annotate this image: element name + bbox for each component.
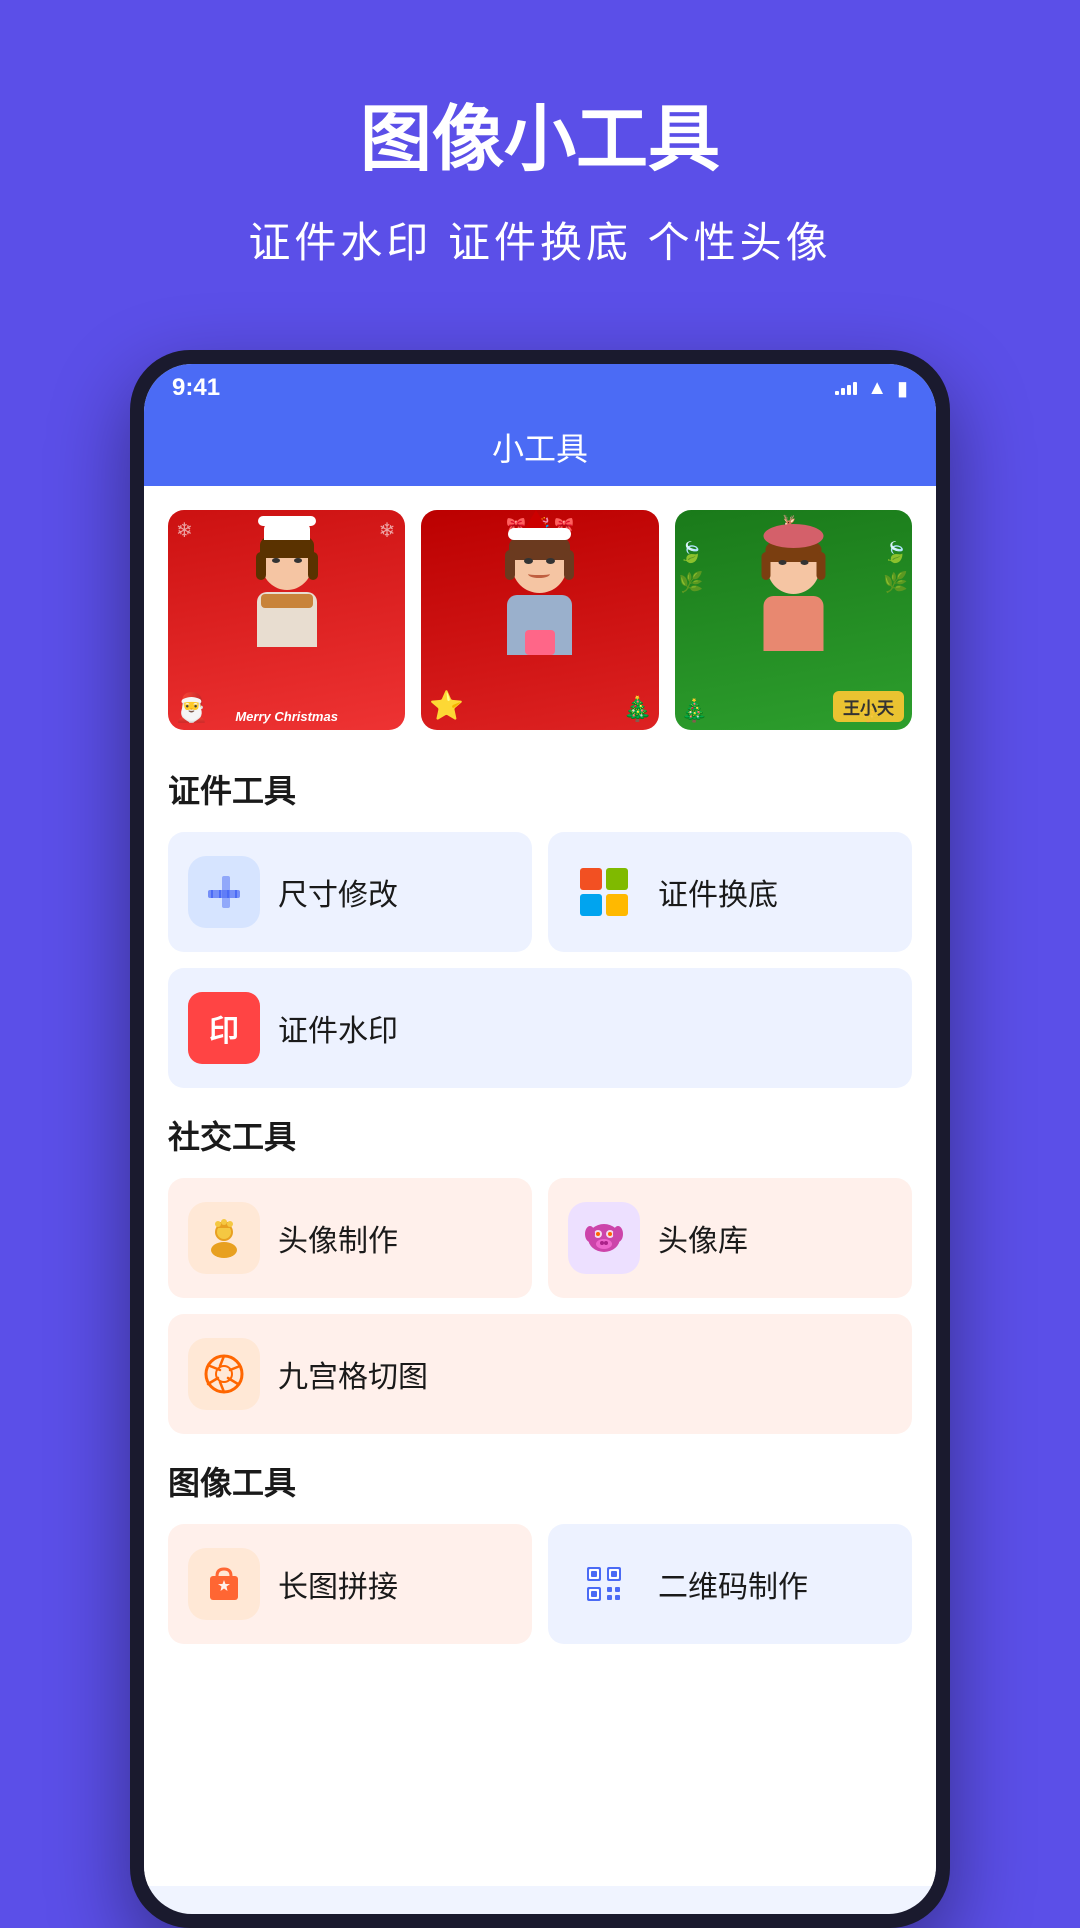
cert-tools-grid: 尺寸修改 证件换底 bbox=[168, 832, 912, 1088]
feature-image-1[interactable]: ❄ ❄ 🎅 bbox=[168, 510, 405, 730]
camera-shutter-icon bbox=[188, 1338, 260, 1410]
tool-avatar-lib[interactable]: 头像库 bbox=[548, 1178, 912, 1298]
status-icons: ▲ ▮ bbox=[835, 376, 908, 401]
page-subtitle: 证件水印 证件换底 个性头像 bbox=[248, 209, 831, 270]
tool-avatar-make[interactable]: 头像制作 bbox=[168, 1178, 532, 1298]
avatar-icon bbox=[188, 1202, 260, 1274]
tool-label-avatar-lib: 头像库 bbox=[658, 1216, 748, 1260]
section-cert: 证件工具 bbox=[168, 766, 912, 1088]
section-social: 社交工具 bbox=[168, 1112, 912, 1434]
tool-label-qrcode: 二维码制作 bbox=[658, 1562, 808, 1606]
nav-bar-title: 小工具 bbox=[492, 431, 588, 467]
phone-mockup: 9:41 ▲ ▮ 小工具 bbox=[130, 350, 950, 1928]
windows-icon bbox=[568, 856, 640, 928]
tool-label-size: 尺寸修改 bbox=[278, 870, 398, 914]
ruler-icon bbox=[188, 856, 260, 928]
tool-label-avatar-make: 头像制作 bbox=[278, 1216, 398, 1260]
tool-cert-watermark[interactable]: 印 证件水印 bbox=[168, 968, 912, 1088]
tool-nine-grid[interactable]: 九宫格切图 bbox=[168, 1314, 912, 1434]
section-title-cert: 证件工具 bbox=[168, 766, 912, 812]
status-time: 9:41 bbox=[172, 374, 220, 402]
social-tools-grid: 头像制作 bbox=[168, 1178, 912, 1434]
section-image: 图像工具 bbox=[168, 1458, 912, 1644]
feature-images: ❄ ❄ 🎅 bbox=[168, 510, 912, 730]
nav-bar: 小工具 bbox=[144, 412, 936, 486]
wifi-icon: ▲ bbox=[867, 377, 887, 400]
status-bar: 9:41 ▲ ▮ bbox=[144, 364, 936, 412]
page-title: 图像小工具 bbox=[248, 80, 831, 185]
phone-content: ❄ ❄ 🎅 bbox=[144, 486, 936, 1886]
tool-label-nine-grid: 九宫格切图 bbox=[278, 1352, 428, 1396]
tool-qrcode[interactable]: 二维码制作 bbox=[548, 1524, 912, 1644]
tool-label-long-img: 长图拼接 bbox=[278, 1562, 398, 1606]
mask-icon bbox=[568, 1202, 640, 1274]
battery-icon: ▮ bbox=[897, 376, 908, 401]
section-title-image: 图像工具 bbox=[168, 1458, 912, 1504]
tool-long-img[interactable]: 长图拼接 bbox=[168, 1524, 532, 1644]
feature-image-3[interactable]: 🦌 🍃 🌿 🍃 🌿 🎄 🎄 bbox=[675, 510, 912, 730]
phone-screen: 9:41 ▲ ▮ 小工具 bbox=[144, 364, 936, 1914]
puzzle-icon bbox=[188, 1548, 260, 1620]
page-header: 图像小工具 证件水印 证件换底 个性头像 bbox=[208, 0, 871, 310]
tool-cert-bg[interactable]: 证件换底 bbox=[548, 832, 912, 952]
tool-label-cert-bg: 证件换底 bbox=[658, 870, 778, 914]
signal-icon bbox=[835, 381, 857, 395]
name-label-3: 王小天 bbox=[833, 691, 904, 722]
tool-size-modify[interactable]: 尺寸修改 bbox=[168, 832, 532, 952]
feature-image-2[interactable]: 🎀 🎉 🎀 ⭐ 🎄 bbox=[421, 510, 658, 730]
section-title-social: 社交工具 bbox=[168, 1112, 912, 1158]
tool-label-cert-watermark: 证件水印 bbox=[278, 1006, 398, 1050]
merry-christmas-text: Merry Christmas bbox=[235, 709, 338, 724]
image-tools-grid: 长图拼接 bbox=[168, 1524, 912, 1644]
qr-icon bbox=[568, 1548, 640, 1620]
stamp-icon: 印 bbox=[188, 992, 260, 1064]
